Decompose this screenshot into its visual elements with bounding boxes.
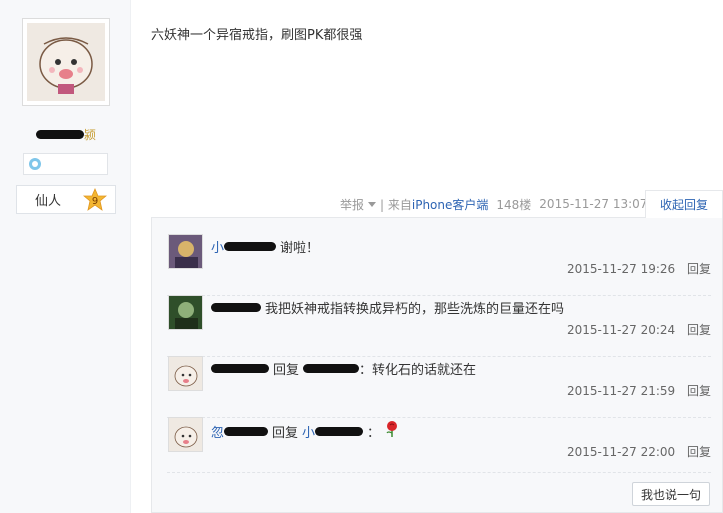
reply-target-username[interactable]: 小 (302, 422, 364, 441)
redacted-name (211, 303, 261, 312)
author-username[interactable]: 颍 (36, 126, 96, 142)
avatar-image (27, 23, 105, 101)
reply-line: 忽 回复 小 ： (211, 420, 400, 442)
chevron-down-icon[interactable] (368, 201, 377, 207)
redacted-name (224, 242, 277, 251)
reply-username[interactable]: 忽 (211, 422, 269, 441)
reply-line: 回复 ：转化石的话就还在 (211, 359, 476, 378)
level-star-icon: 9 (82, 187, 108, 215)
redacted-name (315, 426, 364, 436)
username-suffix: 颍 (84, 127, 97, 142)
reply-keyword: 回复 (273, 363, 300, 378)
reply-button[interactable]: 回复 (687, 262, 711, 276)
reply-username[interactable] (211, 364, 269, 373)
redacted-name (211, 364, 269, 373)
source-client-link[interactable]: iPhone客户端 (412, 198, 489, 212)
post-meta: 举报 | 来自iPhone客户端 148楼 2015-11-27 13:07 (340, 190, 647, 218)
reply-item: 小 谢啦！ 2015-11-27 19:26 回复 (167, 234, 711, 296)
reply-panel: 小 谢啦！ 2015-11-27 19:26 回复 我把妖神戒指转换成异朽的，那… (151, 217, 723, 513)
floor-number: 148楼 (496, 197, 532, 212)
reply-meta: 2015-11-27 21:59 回复 (567, 382, 711, 399)
reply-meta: 2015-11-27 20:24 回复 (567, 321, 711, 338)
reply-username[interactable] (211, 303, 261, 312)
user-level[interactable]: 仙人 9 (16, 185, 116, 214)
redacted-name (36, 129, 84, 139)
reply-time: 2015-11-27 21:59 (567, 384, 676, 398)
reply-avatar[interactable] (168, 234, 203, 269)
post-time: 2015-11-27 13:07 (539, 197, 648, 211)
report-button[interactable]: 举报 (340, 196, 364, 213)
rose-emoticon-icon (384, 420, 400, 442)
reply-button[interactable]: 回复 (687, 384, 711, 398)
level-name: 仙人 (35, 194, 62, 209)
username-visible: 小 (302, 425, 316, 441)
redacted-name (303, 364, 360, 373)
reply-line: 小 谢啦！ (211, 237, 323, 256)
reply-avatar[interactable] (168, 356, 203, 391)
post-content: 六妖神一个异宿戒指，刷图PK都很强 (151, 28, 363, 43)
add-comment-button[interactable]: 我也说一句 (632, 482, 710, 506)
reply-button[interactable]: 回复 (687, 445, 711, 459)
reply-line: 我把妖神戒指转换成异朽的，那些洗炼的巨量还在吗 (211, 298, 568, 317)
redacted-name (224, 426, 269, 436)
reply-item: 回复 ：转化石的话就还在 2015-11-27 21:59 回复 (167, 356, 711, 418)
reply-button[interactable]: 回复 (687, 323, 711, 337)
reply-keyword: 回复 (272, 425, 299, 441)
reply-text: 我把妖神戒指转换成异朽的，那些洗炼的巨量还在吗 (265, 302, 565, 317)
member-badge[interactable] (23, 153, 108, 175)
reply-time: 2015-11-27 19:26 (567, 262, 676, 276)
reply-avatar[interactable] (168, 417, 203, 452)
reply-text: ：转化石的话就还在 (359, 363, 477, 378)
post-source: | 来自iPhone客户端 (380, 196, 488, 213)
reply-time: 2015-11-27 20:24 (567, 323, 676, 337)
reply-meta: 2015-11-27 19:26 回复 (567, 260, 711, 277)
reply-meta: 2015-11-27 22:00 回复 (567, 443, 711, 460)
reply-text: ： (367, 425, 381, 441)
collapse-replies-button[interactable]: 收起回复 (645, 190, 723, 218)
username-visible: 小 (211, 241, 225, 256)
reply-avatar[interactable] (168, 295, 203, 330)
source-prefix: | 来自 (380, 197, 412, 212)
author-avatar[interactable] (22, 18, 110, 106)
badge-icon (29, 158, 41, 170)
username-visible: 忽 (211, 425, 225, 441)
author-sidebar: 颍 仙人 9 (0, 0, 131, 513)
reply-time: 2015-11-27 22:00 (567, 445, 676, 459)
reply-item: 忽 回复 小 ： 2015-11-27 22:00 回复 (167, 417, 711, 473)
reply-item: 我把妖神戒指转换成异朽的，那些洗炼的巨量还在吗 2015-11-27 20:24… (167, 295, 711, 357)
reply-text: 谢啦！ (280, 241, 320, 256)
reply-username[interactable]: 小 (211, 237, 277, 256)
reply-target-username[interactable] (303, 364, 360, 373)
level-number: 9 (92, 196, 98, 207)
